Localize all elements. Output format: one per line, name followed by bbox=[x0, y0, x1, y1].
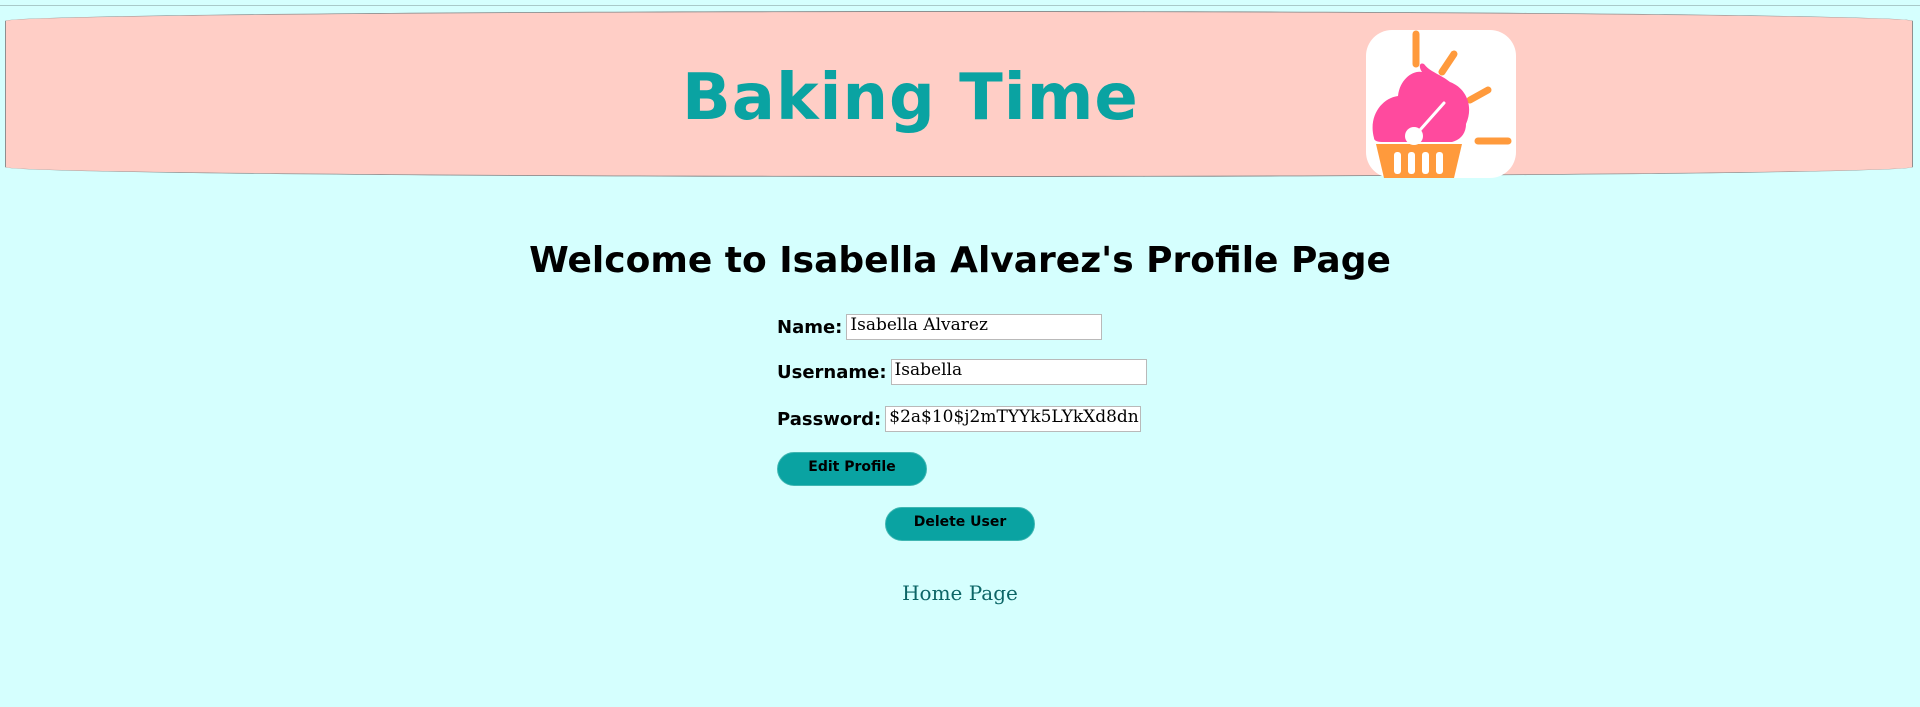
edit-profile-button[interactable]: Edit Profile bbox=[777, 452, 927, 486]
username-label: Username: bbox=[777, 361, 887, 383]
name-input[interactable]: Isabella Alvarez bbox=[846, 314, 1103, 340]
name-label: Name: bbox=[777, 316, 843, 338]
profile-welcome-heading: Welcome to Isabella Alvarez's Profile Pa… bbox=[529, 240, 1391, 281]
home-page-link[interactable]: Home Page bbox=[902, 581, 1018, 605]
password-label: Password: bbox=[777, 408, 882, 430]
site-header: Baking Time bbox=[5, 11, 1913, 178]
cupcake-icon bbox=[1366, 30, 1516, 178]
page-top-rule bbox=[0, 5, 1920, 6]
password-row: Password: $2a$10$j2mTYYk5LYkXd8dn bbox=[777, 405, 1142, 433]
name-row: Name: Isabella Alvarez bbox=[777, 313, 1103, 341]
site-title: Baking Time bbox=[682, 61, 1139, 135]
delete-user-button[interactable]: Delete User bbox=[885, 507, 1035, 541]
password-input[interactable]: $2a$10$j2mTYYk5LYkXd8dn bbox=[885, 406, 1142, 432]
home-page-link-row: Home Page bbox=[0, 580, 1920, 606]
username-input[interactable]: Isabella bbox=[890, 359, 1147, 385]
username-row: Username: Isabella bbox=[777, 358, 1147, 386]
